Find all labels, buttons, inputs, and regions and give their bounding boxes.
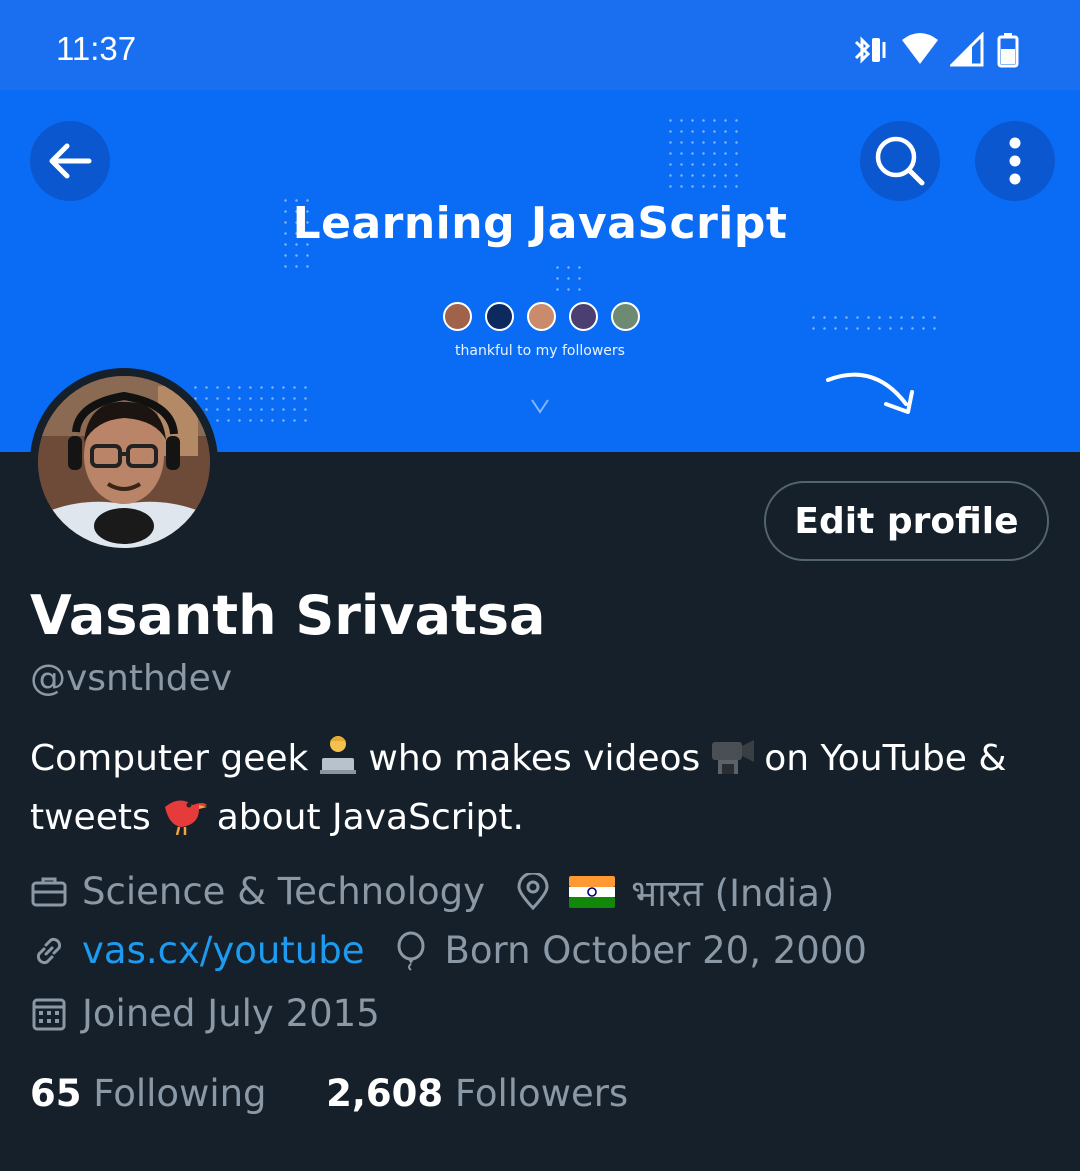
edit-profile-button[interactable]: Edit profile	[764, 481, 1049, 561]
banner-dot-pattern	[665, 115, 745, 195]
profile-location: भारत (India)	[631, 872, 835, 915]
banner-dot-pattern	[190, 382, 312, 424]
banner-dot-pattern	[552, 262, 587, 297]
follower-avatar	[443, 302, 472, 331]
profile-bio: Computer geek who makes videos on YouTub…	[30, 732, 1050, 850]
more-vertical-icon	[1009, 137, 1021, 185]
status-time: 11:37	[56, 30, 137, 67]
banner-title: Learning JavaScript	[292, 198, 788, 249]
followers-count: 2,608	[326, 1072, 444, 1115]
bio-text: on YouTube &	[764, 738, 1007, 779]
profile-meta-row: Science & Technology भारत (India)	[30, 866, 834, 917]
back-button[interactable]	[30, 121, 110, 201]
balloon-icon	[397, 931, 425, 971]
following-label: Following	[93, 1072, 267, 1115]
briefcase-icon	[31, 877, 67, 906]
banner-follower-avatars	[443, 302, 640, 331]
back-arrow-icon	[49, 143, 92, 179]
profile-handle: @vsnthdev	[30, 658, 233, 699]
following-count: 65	[30, 1072, 82, 1115]
following-count-link[interactable]: 65 Following	[30, 1072, 267, 1115]
profile-avatar[interactable]	[30, 368, 218, 556]
profile-meta-row: Joined July 2015	[30, 992, 380, 1035]
bio-text: about JavaScript.	[216, 797, 524, 838]
bio-text: tweets	[30, 797, 151, 838]
battery-icon	[997, 33, 1019, 68]
bird-emoji-icon	[159, 791, 209, 850]
avatar-photo	[38, 376, 210, 548]
banner-curved-arrow-icon	[826, 372, 914, 414]
more-options-button[interactable]	[975, 121, 1055, 201]
search-icon	[875, 136, 925, 186]
follower-avatar	[527, 302, 556, 331]
profile-birthday: Born October 20, 2000	[444, 929, 867, 972]
profile-meta-row: vas.cx/youtube Born October 20, 2000	[30, 929, 867, 972]
status-icons	[850, 30, 1020, 70]
banner-subtitle: thankful to my followers	[455, 343, 625, 359]
profile-name: Vasanth Srivatsa	[30, 584, 546, 647]
status-bar: 11:37	[0, 0, 1080, 90]
profile-joined-date: Joined July 2015	[82, 992, 380, 1035]
followers-count-link[interactable]: 2,608 Followers	[326, 1072, 628, 1115]
bio-text: Computer geek	[30, 738, 309, 779]
follower-avatar	[611, 302, 640, 331]
profile-website-link[interactable]: vas.cx/youtube	[82, 929, 365, 972]
follower-avatar	[485, 302, 514, 331]
wifi-icon	[902, 33, 938, 64]
signal-icon	[950, 32, 984, 67]
follower-avatar	[569, 302, 598, 331]
video-camera-emoji-icon	[708, 732, 756, 791]
banner-dot-pattern	[808, 312, 938, 334]
followers-label: Followers	[454, 1072, 629, 1115]
location-pin-icon	[517, 872, 549, 910]
search-button[interactable]	[860, 121, 940, 201]
bio-text: who makes videos	[368, 738, 701, 779]
profile-category: Science & Technology	[82, 870, 486, 913]
india-flag-icon	[569, 875, 616, 908]
link-icon	[36, 937, 62, 964]
calendar-icon	[32, 998, 66, 1030]
banner-chevron-down-icon	[531, 399, 549, 414]
follow-counts: 65 Following 2,608 Followers	[30, 1072, 628, 1115]
technologist-emoji-icon	[316, 732, 360, 791]
bluetooth-vibrate-icon	[854, 36, 886, 64]
